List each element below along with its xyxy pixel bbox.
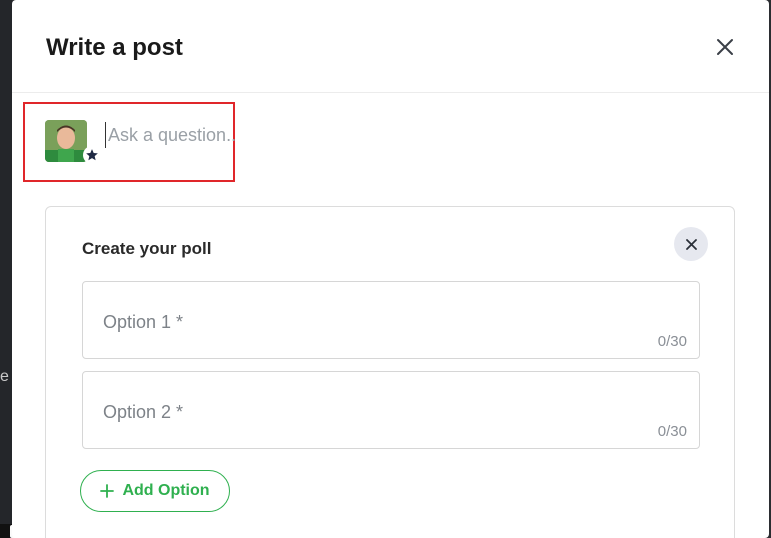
add-option-button[interactable]: Add Option [80, 470, 230, 512]
poll-option-input[interactable] [103, 310, 643, 334]
close-icon [685, 238, 697, 250]
background-text: e [0, 368, 9, 385]
write-post-modal: Write a post Create your poll [12, 0, 769, 538]
add-option-label: Add Option [122, 482, 210, 499]
post-composer [23, 102, 236, 182]
poll-title: Create your poll [82, 239, 212, 258]
poll-option-field: 0/30 [82, 371, 700, 449]
poll-option-field: 0/30 [82, 281, 700, 359]
remove-poll-button[interactable] [674, 227, 708, 261]
ask-question-input[interactable] [105, 122, 236, 148]
background-panel [0, 0, 12, 538]
character-counter: 0/30 [657, 333, 687, 350]
user-avatar [45, 120, 87, 162]
plus-icon [100, 484, 115, 498]
modal-title: Write a post [46, 34, 183, 61]
star-icon [86, 149, 98, 161]
avatar-badge [83, 146, 101, 164]
character-counter: 0/30 [657, 423, 687, 440]
close-icon [717, 39, 733, 55]
poll-option-input[interactable] [103, 400, 643, 424]
close-modal-button[interactable] [712, 34, 738, 60]
poll-card: Create your poll 0/30 0/30 Add Option [45, 206, 735, 538]
modal-header: Write a post [12, 0, 769, 93]
